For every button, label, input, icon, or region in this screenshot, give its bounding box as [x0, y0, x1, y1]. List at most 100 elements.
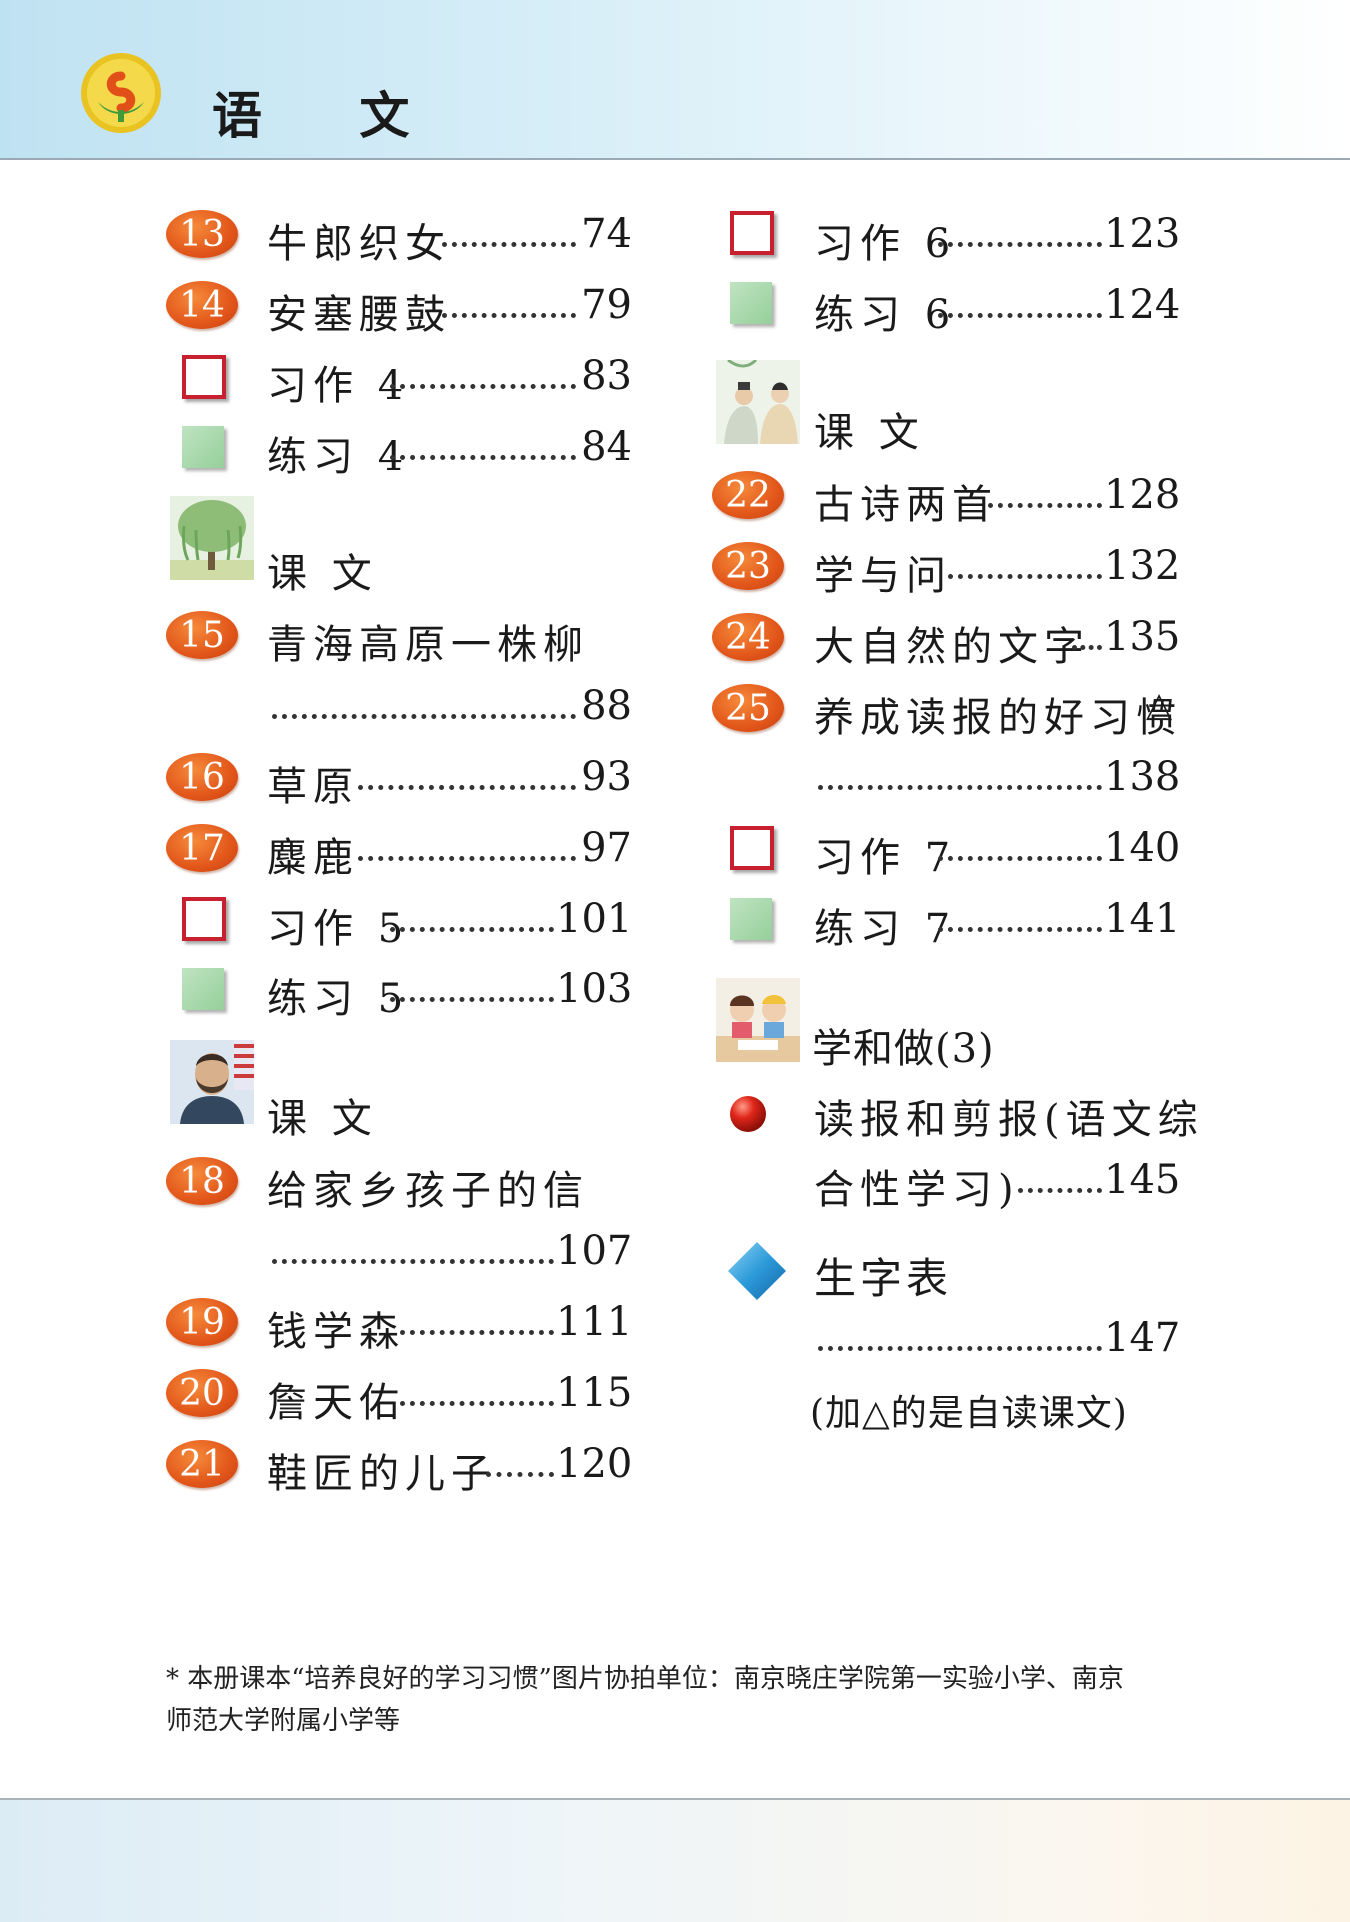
children-reading-thumbnail-icon [716, 978, 800, 1062]
section-title: 课 文 [267, 551, 378, 597]
lesson-number-badge: 14 [166, 281, 238, 329]
leader-dots [818, 1346, 1102, 1351]
lesson-title[interactable]: 草原 [267, 754, 359, 812]
lesson-title[interactable]: 给家乡孩子的信 [267, 1158, 589, 1216]
leader-dots [988, 503, 1102, 508]
page-number: 101 [556, 896, 633, 942]
lesson-number-badge: 21 [166, 1440, 238, 1488]
page-number: 120 [556, 1441, 633, 1487]
lesson-number-badge: 13 [166, 210, 238, 258]
lesson-number-badge: 23 [712, 542, 784, 590]
composition-square-icon [182, 355, 226, 399]
activity-title-line2[interactable]: 合性学习) [814, 1157, 1020, 1215]
willow-tree-thumbnail-icon [170, 496, 254, 580]
exercise-title[interactable]: 练习 4 [267, 424, 409, 482]
exercise-square-icon [730, 282, 772, 324]
leader-dots [358, 785, 576, 790]
leader-dots [442, 242, 576, 247]
leader-dots [400, 1401, 554, 1406]
lesson-title[interactable]: 牛郎织女 [267, 211, 451, 269]
lesson-title[interactable]: 古诗两首 [814, 472, 998, 530]
glossary-title[interactable]: 生字表 [814, 1245, 952, 1306]
lesson-title[interactable]: 安塞腰鼓 [267, 282, 451, 340]
page-number: 141 [1104, 896, 1181, 942]
leader-dots [390, 384, 576, 389]
leader-dots [358, 856, 576, 861]
page-number: 145 [1104, 1157, 1181, 1203]
composition-square-icon [182, 897, 226, 941]
composition-title[interactable]: 习作 4 [267, 353, 409, 411]
lesson-title[interactable]: 鞋匠的儿子 [267, 1441, 497, 1499]
leader-dots [272, 1259, 554, 1264]
section-title: 课 文 [814, 410, 925, 456]
leader-dots [442, 313, 576, 318]
page-number: 97 [581, 825, 632, 871]
page-number: 79 [581, 282, 632, 328]
leader-dots [938, 927, 1102, 932]
leader-dots [1018, 1188, 1102, 1193]
page-number: 74 [581, 211, 632, 257]
footnote-line1: * 本册课本“培养良好的学习习惯”图片协拍单位：南京晓庄学院第一实验小学、南京 [166, 1664, 1124, 1694]
lesson-number-badge: 22 [712, 471, 784, 519]
page-number: 147 [1104, 1315, 1181, 1361]
page-number: 93 [581, 754, 632, 800]
page-number: 124 [1104, 282, 1181, 328]
lesson-title[interactable]: 学与问 [814, 543, 952, 601]
lesson-number-badge: 24 [712, 613, 784, 661]
lesson-title[interactable]: 养成读报的好习惯 [814, 685, 1182, 743]
lesson-title[interactable]: 青海高原一株柳 [267, 612, 589, 670]
page-number: 115 [556, 1370, 633, 1416]
leader-dots [390, 455, 576, 460]
composition-square-icon [730, 826, 774, 870]
exercise-square-icon [182, 968, 224, 1010]
leader-dots [1072, 645, 1102, 650]
header-banner: 语 文 [0, 0, 1350, 160]
lesson-title[interactable]: 麋鹿 [267, 825, 359, 883]
lesson-title[interactable]: 钱学森 [267, 1299, 405, 1357]
leader-dots [818, 785, 1102, 790]
page-number: 132 [1104, 543, 1181, 589]
legend-note: (加△的是自读课文) [810, 1393, 1128, 1434]
page-number: 135 [1104, 614, 1181, 660]
lesson-number-badge: 15 [166, 611, 238, 659]
subject-title: 语 文 [212, 87, 450, 145]
leader-dots [400, 1330, 554, 1335]
exercise-square-icon [730, 898, 772, 940]
page-number: 107 [556, 1228, 633, 1274]
lesson-number-badge: 25 [712, 684, 784, 732]
exercise-title[interactable]: 练习 6 [814, 282, 956, 340]
section-title: 学和做(3) [812, 1026, 995, 1072]
page-number: 138 [1104, 754, 1181, 800]
composition-title[interactable]: 习作 7 [814, 825, 956, 883]
footer-band [0, 1798, 1350, 1922]
leader-dots [486, 1472, 554, 1477]
page-number: 83 [581, 353, 632, 399]
leader-dots [390, 927, 554, 932]
red-ball-icon [730, 1096, 766, 1132]
lesson-number-badge: 17 [166, 824, 238, 872]
page-number: 88 [581, 683, 632, 729]
leader-dots [938, 856, 1102, 861]
composition-title[interactable]: 习作 5 [267, 896, 409, 954]
exercise-title[interactable]: 练习 7 [814, 896, 956, 954]
leader-dots [948, 574, 1102, 579]
textbook-logo-icon [81, 53, 161, 133]
composition-square-icon [730, 211, 774, 255]
lesson-number-badge: 19 [166, 1298, 238, 1346]
page-number: 103 [556, 966, 633, 1012]
lesson-title[interactable]: 大自然的文字 [814, 614, 1090, 672]
activity-title-line1[interactable]: 读报和剪报(语文综 [814, 1087, 1204, 1145]
page-number: 84 [581, 424, 632, 470]
exercise-title[interactable]: 练习 5 [267, 966, 409, 1024]
portrait-thumbnail-icon [170, 1040, 254, 1124]
leader-dots [938, 242, 1102, 247]
page-number: 111 [556, 1299, 633, 1345]
leader-dots [272, 714, 576, 719]
leader-dots [390, 997, 554, 1002]
composition-title[interactable]: 习作 6 [814, 211, 956, 269]
footnote-line2: 师范大学附属小学等 [166, 1706, 401, 1736]
page-number: 123 [1104, 211, 1181, 257]
lesson-number-badge: 20 [166, 1369, 238, 1417]
ancient-figures-thumbnail-icon [716, 360, 800, 444]
lesson-title[interactable]: 詹天佑 [267, 1370, 405, 1428]
